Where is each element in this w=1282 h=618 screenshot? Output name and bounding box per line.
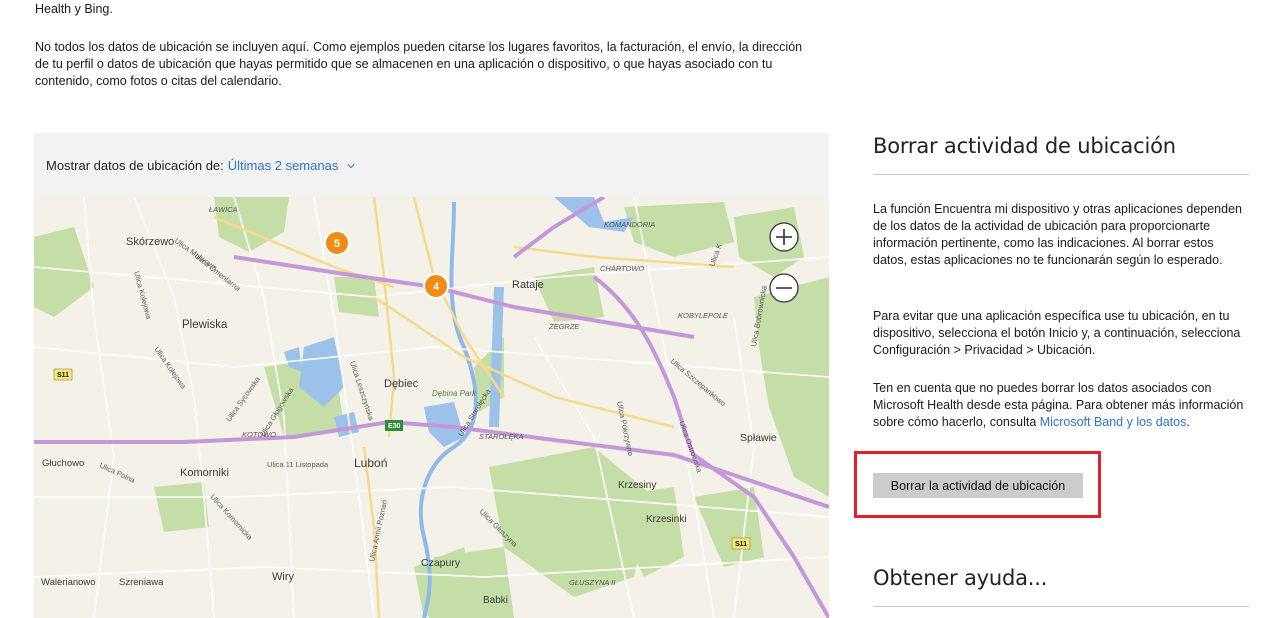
place-wiry: Wiry — [272, 571, 294, 583]
place-plewiska: Plewiska — [182, 319, 228, 331]
clear-location-activity-button[interactable]: Borrar la actividad de ubicación — [873, 473, 1083, 498]
place-czapury: Czapury — [421, 557, 461, 569]
road-shield-e30: E30 — [385, 420, 403, 431]
clear-info-paragraph-1: La función Encuentra mi dispositivo y ot… — [873, 202, 1242, 267]
map-canvas[interactable]: ŁAWICA KOMANDORIA Skórzewo CHARTOWO Rata… — [34, 197, 829, 618]
place-starolęka: STAROŁĘKA — [479, 432, 523, 441]
paragraph-3-period: . — [1186, 415, 1190, 429]
microsoft-band-data-link[interactable]: Microsoft Band y los datos — [1040, 415, 1187, 429]
road-shield-s11-east: S11 — [731, 537, 751, 550]
svg-text:5: 5 — [334, 238, 340, 250]
chevron-down-icon — [347, 163, 355, 168]
place-krzesinki: Krzesinki — [646, 514, 687, 525]
place-gluszyna: GŁUSZYNA II — [569, 578, 615, 587]
place-komorniki: Komorniki — [180, 467, 229, 479]
place-komandoria: KOMANDORIA — [604, 220, 655, 229]
place-chartowo: CHARTOWO — [600, 264, 644, 273]
zoom-out-button[interactable] — [769, 273, 799, 303]
road-shield-s11-west: S11 — [53, 368, 73, 381]
svg-text:S11: S11 — [57, 372, 69, 379]
place-lawica: ŁAWICA — [209, 205, 238, 214]
clear-info-paragraph-3: Ten en cuenta que no puedes borrar los d… — [873, 380, 1249, 431]
divider — [873, 174, 1249, 175]
street-11-listopada: Ulica 11 Listopada — [267, 460, 329, 469]
get-help-heading: Obtener ayuda... — [873, 566, 1048, 590]
filter-label: Mostrar datos de ubicación de: — [46, 157, 224, 173]
intro-top-line: Health y Bing. — [35, 2, 113, 16]
zoom-in-button[interactable] — [769, 222, 799, 252]
place-kobylepole: KOBYLEPOLE — [678, 311, 729, 320]
place-splawie: Spławie — [740, 432, 777, 444]
place-gluchowo: Głuchowo — [42, 458, 84, 469]
place-babki: Babki — [483, 595, 508, 606]
svg-text:E30: E30 — [388, 423, 401, 430]
location-cluster-4[interactable]: 4 — [423, 273, 449, 299]
intro-paragraph: No todos los datos de ubicación se inclu… — [35, 40, 803, 88]
place-debiec: Dębiec — [384, 378, 419, 390]
place-walerianowo: Walerianowo — [41, 577, 96, 588]
location-cluster-5[interactable]: 5 — [324, 230, 350, 256]
place-zegrze: ŻEGRZE — [548, 322, 580, 331]
map-filter-bar: Mostrar datos de ubicación de: Últimas 2… — [34, 133, 829, 197]
svg-text:4: 4 — [433, 281, 440, 293]
place-szreniawa: Szreniawa — [119, 577, 164, 588]
time-range-value: Últimas 2 semanas — [227, 157, 339, 173]
clear-info-paragraph-2: Para evitar que una aplicación específic… — [873, 309, 1241, 357]
svg-text:S11: S11 — [735, 541, 747, 548]
location-map-panel: Mostrar datos de ubicación de: Últimas 2… — [34, 133, 829, 618]
place-debina-park: Dębina Park — [432, 389, 477, 398]
time-range-dropdown[interactable]: Últimas 2 semanas — [228, 158, 355, 173]
place-rataje: Rataje — [512, 279, 544, 291]
place-krzesiny: Krzesiny — [618, 480, 656, 491]
divider — [873, 606, 1249, 607]
clear-activity-heading: Borrar actividad de ubicación — [873, 134, 1176, 158]
place-skorzewo: Skórzewo — [126, 236, 174, 248]
place-lubon: Luboń — [354, 456, 387, 470]
